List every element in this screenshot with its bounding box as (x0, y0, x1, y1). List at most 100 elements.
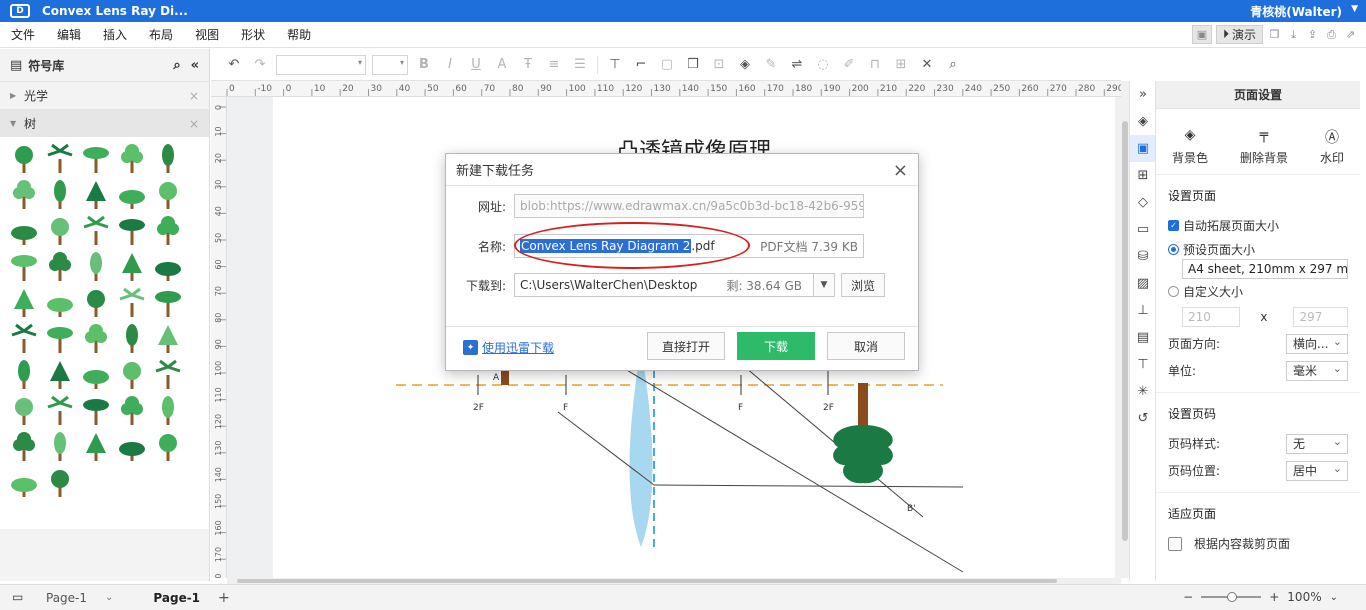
filename-input[interactable]: Convex Lens Ray Diagram 2 .pdf PDF文档 7.3… (514, 234, 864, 258)
edit-shape-icon[interactable]: ✐ (836, 54, 862, 76)
object-tree-trunk[interactable] (501, 369, 509, 385)
tree-symbol[interactable] (114, 249, 150, 285)
line-color-icon[interactable]: ✎ (758, 54, 784, 76)
tree-symbol[interactable] (42, 177, 78, 213)
ray-1[interactable] (624, 368, 964, 573)
data-icon[interactable]: ⛁ (1130, 243, 1156, 270)
tree-symbol[interactable] (150, 393, 186, 429)
tree-symbol[interactable] (42, 357, 78, 393)
tree-symbol[interactable] (114, 393, 150, 429)
orientation-select[interactable]: 横向... (1286, 333, 1348, 354)
cancel-button[interactable]: 取消 (827, 332, 905, 360)
tree-symbol[interactable] (150, 249, 186, 285)
fill-bucket-icon[interactable]: ◈ (1130, 108, 1156, 135)
menu-layout[interactable]: 布局 (138, 26, 184, 43)
zoom-slider[interactable] (1201, 592, 1262, 602)
custom-size-radio[interactable] (1168, 285, 1179, 297)
tree-symbol[interactable] (114, 177, 150, 213)
format-painter-icon[interactable]: ⊤ (1130, 351, 1156, 378)
download-button[interactable]: 下载 (737, 332, 815, 360)
bold-icon[interactable]: B (411, 54, 437, 76)
page-number-style-select[interactable]: 无 (1286, 433, 1348, 454)
tree-symbol[interactable] (150, 141, 186, 177)
height-input[interactable]: 297 (1293, 306, 1348, 327)
horizontal-scroll-thumb[interactable] (237, 579, 1057, 583)
close-icon[interactable]: × (893, 160, 908, 181)
thunder-download-link[interactable]: ✦ 使用迅雷下载 (463, 339, 554, 356)
tree-symbol[interactable] (6, 321, 42, 357)
add-page-button[interactable]: + (218, 590, 230, 606)
checkbox-checked-icon[interactable]: ✓ (1168, 220, 1179, 231)
image-tree-trunk[interactable] (858, 383, 868, 427)
fill-icon[interactable]: ◈ (732, 54, 758, 76)
tree-symbol[interactable] (42, 141, 78, 177)
connector-icon[interactable]: ⌐ (628, 54, 654, 76)
close-icon[interactable]: × (189, 117, 199, 131)
tree-symbol[interactable] (150, 285, 186, 321)
font-size-select[interactable] (372, 54, 408, 75)
zoom-chevron-icon[interactable]: ⌄ (1330, 592, 1338, 603)
tree-symbol[interactable] (114, 429, 150, 465)
collapse-panel-icon[interactable]: « (191, 58, 199, 73)
tree-symbol[interactable] (114, 321, 150, 357)
tree-symbol[interactable] (6, 357, 42, 393)
italic-icon[interactable]: I (437, 54, 463, 76)
tree-symbol[interactable] (78, 321, 114, 357)
tree-symbol[interactable] (78, 213, 114, 249)
tree-symbol[interactable] (42, 429, 78, 465)
preset-size-radio[interactable] (1168, 243, 1179, 255)
tree-symbol[interactable] (78, 357, 114, 393)
tree-symbol[interactable] (42, 285, 78, 321)
zoom-in-button[interactable]: + (1269, 590, 1279, 604)
underline-icon[interactable]: U (463, 54, 489, 76)
tree-symbol[interactable] (150, 321, 186, 357)
remove-background-button[interactable]: ╤ 删除背景 (1240, 127, 1288, 166)
convex-lens[interactable] (629, 347, 653, 547)
menu-insert[interactable]: 插入 (92, 26, 138, 43)
org-chart-icon[interactable]: ⊥ (1130, 297, 1156, 324)
search-icon[interactable]: ⌕ (173, 58, 180, 73)
tree-symbol[interactable] (42, 213, 78, 249)
print-icon[interactable]: ⎙ (1324, 27, 1339, 42)
undo-icon[interactable]: ↶ (221, 54, 247, 76)
page-number-position-select[interactable]: 居中 (1286, 460, 1348, 481)
zoom-level[interactable]: 100% (1287, 590, 1321, 604)
tree-symbol[interactable] (78, 393, 114, 429)
tree-symbol[interactable] (6, 141, 42, 177)
tools-icon[interactable]: ✕ (914, 54, 940, 76)
saveto-path-field[interactable]: C:\Users\WalterChen\Desktop 剩: 38.64 GB (514, 273, 814, 297)
tree-symbol[interactable] (78, 141, 114, 177)
user-menu-chevron-icon[interactable]: ▼ (1351, 4, 1358, 14)
tree-symbol[interactable] (78, 429, 114, 465)
tree-symbol[interactable] (6, 429, 42, 465)
menu-shape[interactable]: 形状 (230, 26, 276, 43)
page-tab-active[interactable]: Page-1 (153, 591, 200, 605)
tree-symbol[interactable] (150, 213, 186, 249)
tree-symbol[interactable] (114, 357, 150, 393)
text-style-icon[interactable]: Ŧ (515, 54, 541, 76)
custom-size-row[interactable]: 自定义大小 (1168, 279, 1348, 303)
tree-symbol[interactable] (114, 213, 150, 249)
tree-symbol[interactable] (6, 249, 42, 285)
width-input[interactable]: 210 (1182, 306, 1241, 327)
font-family-select[interactable] (276, 54, 366, 75)
tree-symbol[interactable] (78, 177, 114, 213)
tree-symbol[interactable] (114, 141, 150, 177)
table-icon[interactable]: ▤ (1130, 324, 1156, 351)
crop-icon[interactable]: ⊞ (888, 54, 914, 76)
strikethrough-icon[interactable]: ≡ (541, 54, 567, 76)
crop-to-content-row[interactable]: 根据内容裁剪页面 (1168, 530, 1348, 557)
tree-symbol[interactable] (78, 249, 114, 285)
saveto-dropdown-icon[interactable]: ▼ (813, 273, 835, 297)
tree-symbol[interactable] (6, 177, 42, 213)
lock-icon[interactable]: ⊓ (862, 54, 888, 76)
present-screen-icon[interactable]: ▣ (1191, 25, 1212, 44)
history-icon[interactable]: ↺ (1130, 405, 1156, 432)
font-color-icon[interactable]: A (489, 54, 515, 76)
layers-icon[interactable]: ◇ (1130, 189, 1156, 216)
tree-symbol[interactable] (114, 285, 150, 321)
share-icon[interactable]: ⇗ (1343, 27, 1358, 42)
user-name[interactable]: 青核桃(Walter) (1250, 3, 1342, 20)
find-icon[interactable]: ⌕ (940, 54, 966, 76)
grid-icon[interactable]: ⊞ (1130, 162, 1156, 189)
